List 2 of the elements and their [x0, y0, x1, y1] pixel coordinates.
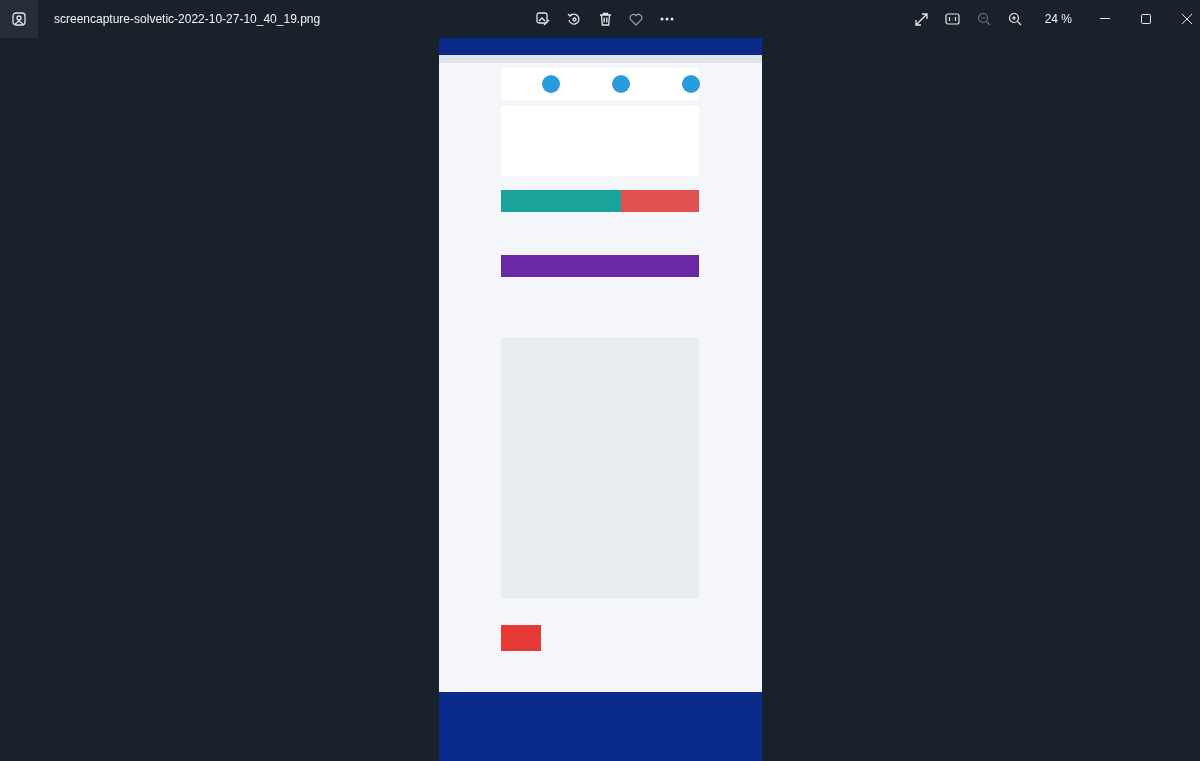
zoom-level: 24 %: [1044, 11, 1072, 28]
file-name: screencapture-solvetic-2022-10-27-10_40_19.png: [54, 11, 322, 28]
